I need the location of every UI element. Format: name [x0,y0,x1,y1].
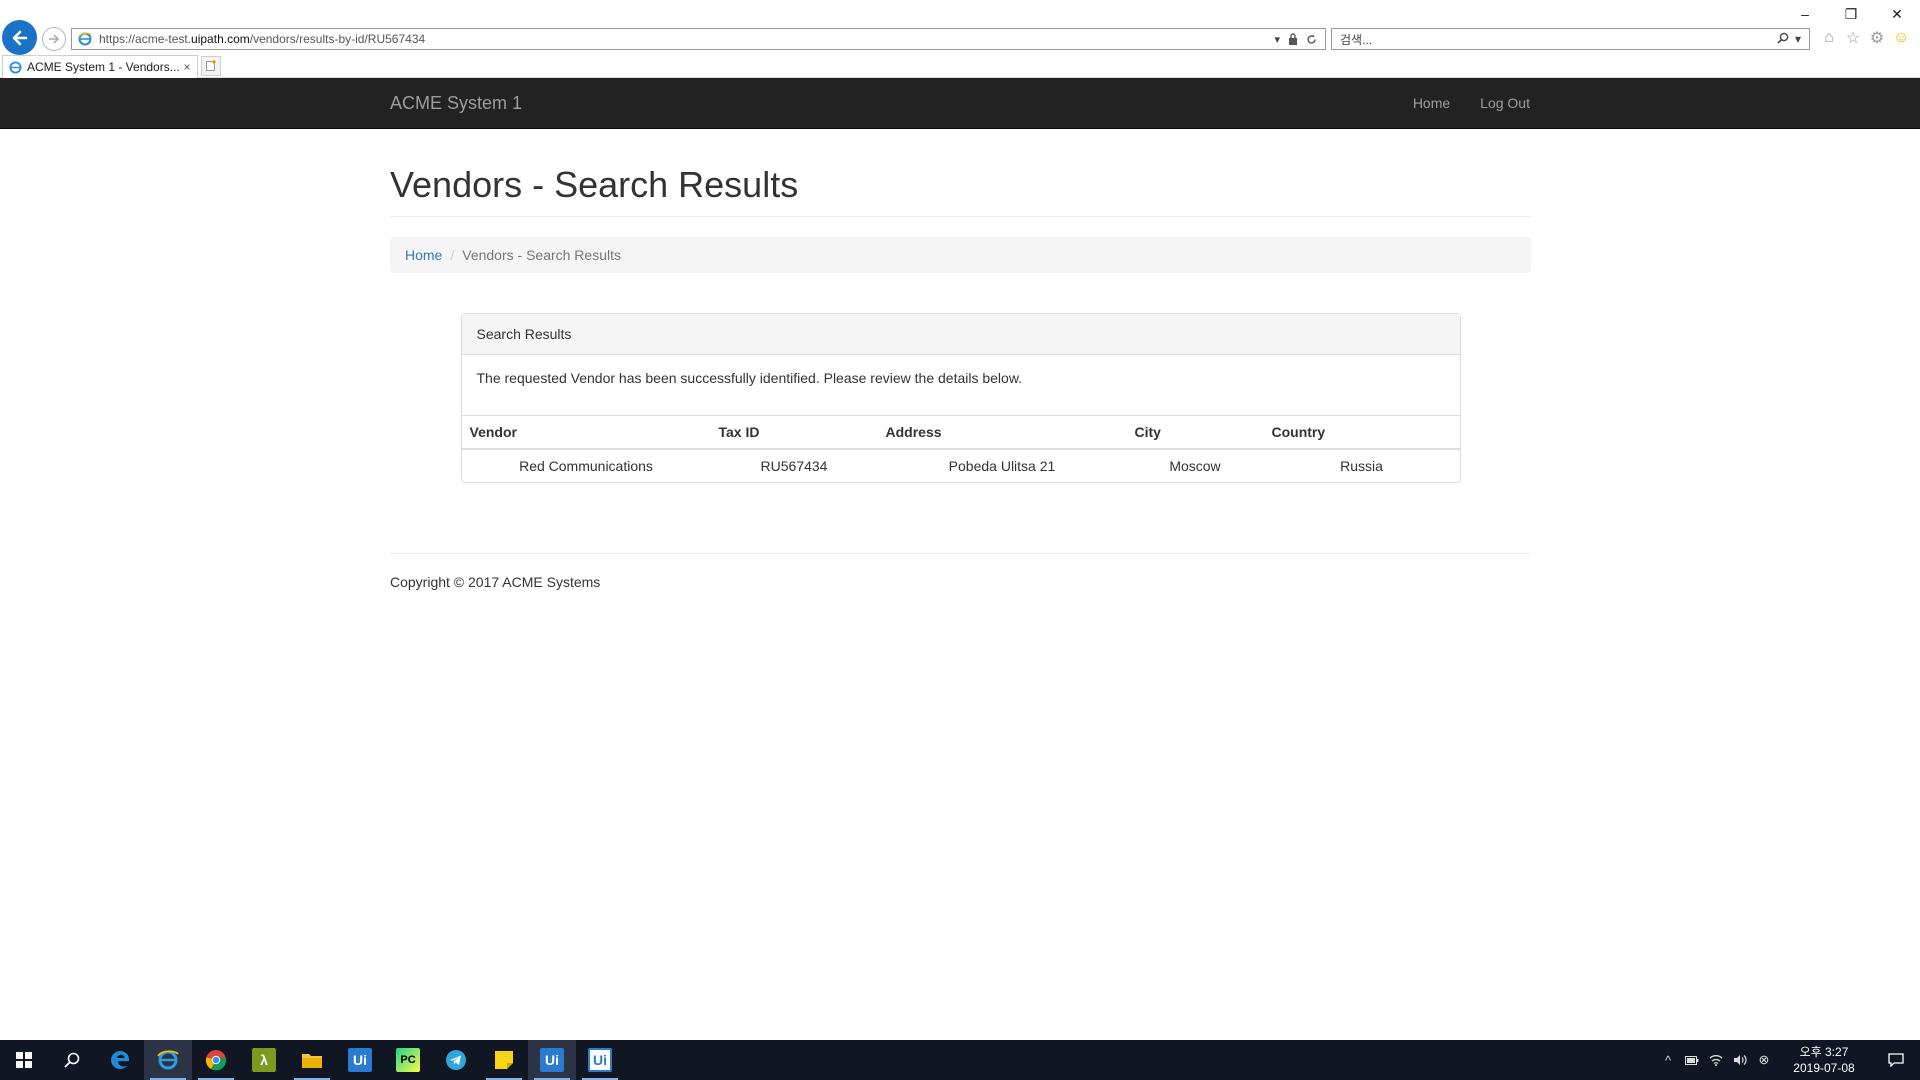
taskbar-pycharm[interactable]: PC [384,1040,432,1080]
breadcrumb-separator: / [450,246,455,263]
notification-icon [1888,1053,1904,1067]
uipath-orchestrator-icon: Ui [588,1048,612,1072]
address-bar[interactable]: https://acme-test.uipath.com/vendors/res… [71,28,1326,50]
feedback-smiley-icon[interactable]: ☺ [1892,28,1910,48]
battery-icon[interactable] [1680,1040,1704,1080]
browser-tab[interactable]: ACME System 1 - Vendors... × [2,55,198,78]
brand-logo-text[interactable]: ACME System 1 [390,93,522,114]
arrow-right-icon [49,34,60,44]
input-status-icon[interactable]: ⊗ [1752,1040,1776,1080]
edge-icon [111,1051,130,1069]
taskbar-chrome[interactable] [192,1040,240,1080]
search-results-panel: Search Results The requested Vendor has … [460,312,1461,483]
taskbar-search-button[interactable] [48,1040,96,1080]
restore-button[interactable]: ❐ [1828,0,1874,28]
browser-chrome: https://acme-test.uipath.com/vendors/res… [0,0,1920,78]
browser-search-box[interactable]: 검색... ▾ [1331,28,1810,50]
url-text: https://acme-test.uipath.com/vendors/res… [99,32,426,46]
taskbar-edge[interactable] [96,1040,144,1080]
clock-time: 오후 3:27 [1799,1045,1849,1059]
arrow-left-icon [12,30,27,45]
home-icon[interactable]: ⌂ [1820,28,1838,48]
cell-vendor: Red Communications [461,448,711,482]
column-header-tax-id: Tax ID [710,414,878,450]
column-header-address: Address [877,414,1127,450]
cell-country: Russia [1263,448,1460,482]
refresh-icon[interactable] [1306,34,1317,45]
search-icon [64,1052,80,1068]
telegram-icon [446,1050,466,1070]
wifi-icon[interactable] [1704,1040,1728,1080]
internet-explorer-icon [157,1050,179,1070]
new-tab-button[interactable] [201,56,221,76]
dropdown-arrow-icon[interactable]: ▾ [1274,33,1280,46]
lambda-app-icon: λ [252,1048,276,1072]
start-windows-icon [16,1052,32,1068]
forward-button[interactable] [42,27,66,51]
search-placeholder: 검색... [1340,32,1373,47]
nav-home-link[interactable]: Home [1413,95,1450,111]
show-hidden-icons-chevron-icon[interactable]: ^ [1656,1040,1680,1080]
main-container: Vendors - Search Results Home / Vendors … [390,129,1531,590]
lock-icon[interactable] [1288,33,1298,45]
taskbar-telegram[interactable] [432,1040,480,1080]
close-window-button[interactable]: ✕ [1874,0,1920,28]
clock-date: 2019-07-08 [1793,1061,1855,1075]
favorites-star-icon[interactable]: ☆ [1844,28,1862,48]
ie-tab-icon [7,59,23,75]
cell-address: Pobeda Ulitsa 21 [877,448,1127,482]
sticky-notes-icon [495,1051,513,1069]
chrome-icon [205,1050,227,1071]
taskbar-sticky-notes[interactable] [480,1040,528,1080]
breadcrumb-home-link[interactable]: Home [405,247,442,263]
taskbar-uipath-studio[interactable]: Ui [336,1040,384,1080]
taskbar-uipath-robot[interactable]: Ui [528,1040,576,1080]
file-explorer-icon [302,1054,322,1068]
taskbar-file-explorer[interactable] [288,1040,336,1080]
page-title: Vendors - Search Results [390,164,799,205]
column-header-vendor: Vendor [461,414,711,450]
table-row: Red Communications RU567434 Pobeda Ulits… [461,448,1460,482]
back-button[interactable] [2,20,37,55]
pycharm-icon: PC [396,1048,420,1072]
minimize-button[interactable]: – [1782,0,1828,28]
page-footer: Copyright © 2017 ACME Systems [390,552,1531,590]
breadcrumb-current: Vendors - Search Results [462,246,621,263]
nav-logout-link[interactable]: Log Out [1480,95,1530,111]
breadcrumb: Home / Vendors - Search Results [390,236,1531,273]
copyright-text: Copyright © 2017 ACME Systems [390,573,601,590]
table-header-row: Vendor Tax ID Address City Country [461,414,1460,450]
panel-message: The requested Vendor has been successful… [476,369,1023,386]
page-header: Vendors - Search Results [390,165,1531,217]
action-center-button[interactable] [1872,1040,1920,1080]
taskbar-clock[interactable]: 오후 3:27 2019-07-08 [1782,1044,1866,1076]
taskbar-lambda-app[interactable]: λ [240,1040,288,1080]
search-icon[interactable] [1777,32,1789,44]
settings-gear-icon[interactable]: ⚙ [1868,28,1886,48]
search-dropdown-icon[interactable]: ▾ [1795,32,1801,46]
uipath-studio-icon: Ui [348,1048,372,1072]
ie-page-icon [75,29,95,49]
column-header-country: Country [1263,414,1460,450]
tab-close-icon[interactable]: × [179,60,195,74]
uipath-robot-icon: Ui [540,1048,564,1072]
system-tray: ^ ⊗ 오후 3:27 2019-07-08 [1656,1040,1920,1080]
results-table: Vendor Tax ID Address City Country Red C… [461,414,1460,482]
volume-icon[interactable] [1728,1040,1752,1080]
new-tab-icon [206,60,216,71]
cell-tax-id: RU567434 [710,448,878,482]
taskbar-uipath-orchestrator[interactable]: Ui [576,1040,624,1080]
tab-title: ACME System 1 - Vendors... [27,60,179,74]
windows-taskbar: λ Ui PC Ui Ui ^ ⊗ 오후 3:27 2019-07-08 [0,1040,1920,1080]
column-header-city: City [1126,414,1264,450]
taskbar-internet-explorer[interactable] [144,1040,192,1080]
cell-city: Moscow [1126,448,1264,482]
site-navbar: ACME System 1 Home Log Out [0,78,1920,129]
panel-heading: Search Results [461,313,1460,355]
start-button[interactable] [0,1040,48,1080]
